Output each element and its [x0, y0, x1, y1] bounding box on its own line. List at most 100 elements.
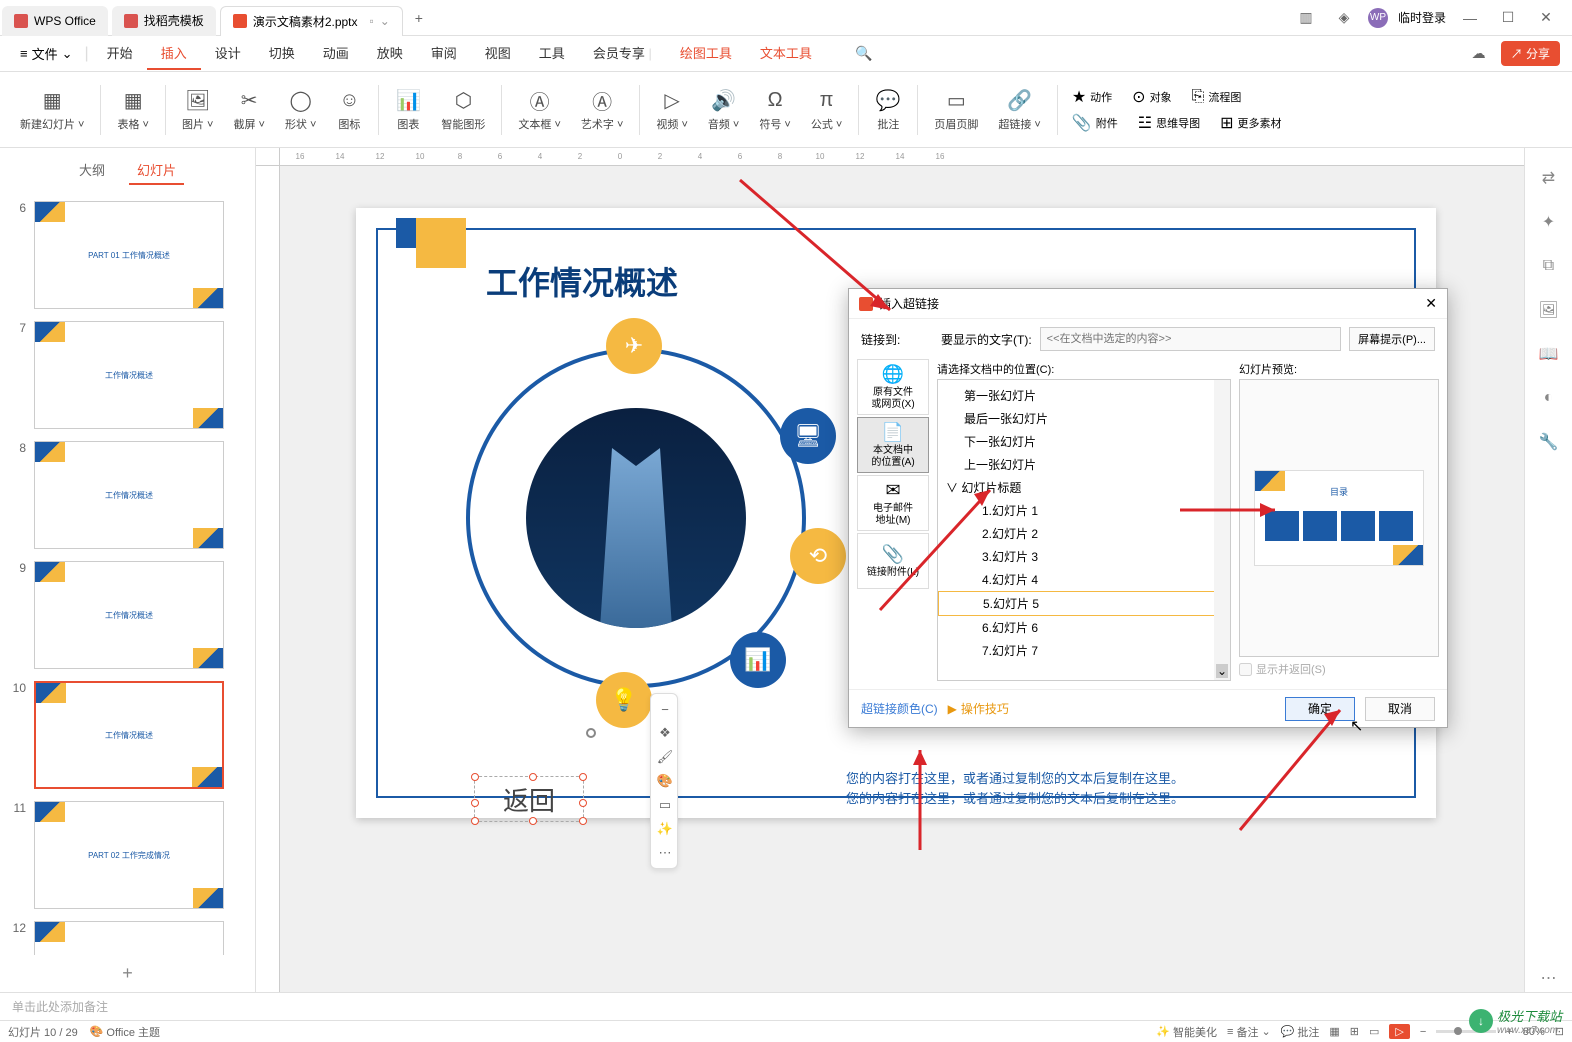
palette-icon[interactable]: 🎨 — [655, 770, 675, 792]
thumbnail-6[interactable]: PART 01 工作情况概述 — [34, 201, 224, 309]
add-slide-button[interactable]: + — [0, 955, 255, 992]
app-tab-template[interactable]: 找稻壳模板 — [112, 6, 216, 36]
panel-read-icon[interactable]: 📖 — [1535, 340, 1563, 368]
screentip-button[interactable]: 屏幕提示(P)... — [1349, 327, 1435, 351]
tips-link[interactable]: ▶操作技巧 — [948, 700, 1009, 717]
cube-icon[interactable]: ◈ — [1330, 4, 1358, 32]
magic-icon[interactable]: ✨ — [655, 818, 675, 840]
ribbon-音频[interactable]: 🔊音频 ˅ — [700, 84, 747, 136]
view-normal-icon[interactable]: ▦ — [1329, 1025, 1339, 1038]
ribbon-small-流程图[interactable]: ⎘流程图 — [1186, 85, 1248, 109]
avatar[interactable]: WP — [1368, 8, 1388, 28]
tree-item[interactable]: 5.幻灯片 5 — [938, 591, 1230, 616]
panel-image-icon[interactable]: 🖼 — [1535, 296, 1563, 324]
ribbon-small-动作[interactable]: ★动作 — [1066, 85, 1118, 109]
view-slideshow-icon[interactable]: ▷ — [1389, 1024, 1409, 1039]
linkto-item-0[interactable]: 🌐原有文件 或网页(X) — [857, 359, 929, 415]
thumbnail-10[interactable]: 工作情况概述 — [34, 681, 224, 789]
ribbon-页眉页脚[interactable]: ▭页眉页脚 — [926, 84, 986, 136]
return-textbox[interactable]: 返回 — [474, 776, 584, 822]
tree-item[interactable]: 第一张幻灯片 — [938, 384, 1230, 407]
zoom-out[interactable]: − — [1420, 1026, 1426, 1038]
ribbon-新建幻灯片[interactable]: ▦新建幻灯片 ˅ — [12, 84, 92, 136]
dialog-titlebar[interactable]: 插入超链接 ✕ — [849, 289, 1447, 319]
login-text[interactable]: 临时登录 — [1398, 9, 1446, 26]
notes-toggle[interactable]: ≡ 备注 ⌄ — [1227, 1024, 1271, 1040]
tab-menu-icon[interactable]: ⌄ — [380, 14, 390, 28]
linkto-item-3[interactable]: 📎链接附件(L) — [857, 533, 929, 589]
panel-style-icon[interactable]: ⇄ — [1535, 164, 1563, 192]
tree-item[interactable]: 上一张幻灯片 — [938, 453, 1230, 476]
linkto-item-2[interactable]: ✉电子邮件 地址(M) — [857, 475, 929, 531]
comments-toggle[interactable]: 💬 批注 — [1281, 1024, 1320, 1040]
panel-star-icon[interactable]: ✦ — [1535, 208, 1563, 236]
menu-item[interactable]: 视图 — [471, 37, 525, 70]
menu-item[interactable]: 切换 — [255, 37, 309, 70]
diagram[interactable]: ✈ 🖥 ⟲ 📊 💡 — [446, 328, 826, 708]
app-tab-document[interactable]: 演示文稿素材2.pptx ▫ ⌄ — [220, 6, 403, 36]
ribbon-图标[interactable]: ☺图标 — [328, 84, 370, 136]
outline-tab[interactable]: 大纲 — [71, 156, 113, 185]
ribbon-公式[interactable]: π公式 ˅ — [803, 84, 850, 136]
tree-item[interactable]: 3.幻灯片 3 — [938, 545, 1230, 568]
notes-bar[interactable]: 单击此处添加备注 — [0, 992, 1572, 1020]
close-button[interactable]: ✕ — [1532, 4, 1560, 32]
menu-item[interactable]: 动画 — [309, 37, 363, 70]
app-tab-wps[interactable]: WPS Office — [2, 6, 108, 36]
thumbnail-12[interactable] — [34, 921, 224, 955]
ribbon-small-思维导图[interactable]: ☳思维导图 — [1132, 111, 1206, 135]
tree-item[interactable]: 下一张幻灯片 — [938, 430, 1230, 453]
minus-icon[interactable]: − — [655, 698, 675, 720]
ribbon-图片[interactable]: 🖼图片 ˅ — [174, 84, 221, 136]
tree-item[interactable]: 1.幻灯片 1 — [938, 499, 1230, 522]
tree-item[interactable]: 6.幻灯片 6 — [938, 616, 1230, 639]
thumbnail-8[interactable]: 工作情况概述 — [34, 441, 224, 549]
thumbnail-7[interactable]: 工作情况概述 — [34, 321, 224, 429]
menu-item[interactable]: 插入 — [147, 37, 201, 70]
ribbon-视频[interactable]: ▷视频 ˅ — [648, 84, 695, 136]
menu-item[interactable]: 审阅 — [417, 37, 471, 70]
ribbon-表格[interactable]: ▦表格 ˅ — [109, 84, 156, 136]
menu-item[interactable]: 开始 — [93, 37, 147, 70]
cloud-icon[interactable]: ☁ — [1465, 40, 1493, 68]
ribbon-文本框[interactable]: Ⓐ文本框 ˅ — [510, 84, 568, 136]
smart-beauty[interactable]: ✨ 智能美化 — [1156, 1024, 1217, 1040]
ok-button[interactable]: 确定 — [1285, 697, 1355, 721]
ribbon-截屏[interactable]: ✂截屏 ˅ — [225, 84, 272, 136]
menu-item[interactable]: 放映 — [363, 37, 417, 70]
thumbnail-11[interactable]: PART 02 工作完成情况 — [34, 801, 224, 909]
slides-tab[interactable]: 幻灯片 — [129, 156, 184, 185]
tree-item[interactable]: 7.幻灯片 7 — [938, 639, 1230, 662]
tab-overflow-icon[interactable]: ▫ — [370, 14, 374, 28]
panel-slides-icon[interactable]: ⧉ — [1535, 252, 1563, 280]
content-text-2[interactable]: 您的内容打在这里，或者通过复制您的文本后复制在这里。 — [846, 788, 1184, 807]
maximize-button[interactable]: ☐ — [1494, 4, 1522, 32]
ribbon-艺术字[interactable]: Ⓐ艺术字 ˅ — [573, 84, 631, 136]
slide-title[interactable]: 工作情况概述 — [486, 258, 678, 304]
menu-item[interactable]: 绘图工具 — [666, 37, 746, 70]
linkto-item-1[interactable]: 📄本文档中 的位置(A) — [857, 417, 929, 473]
scrollbar[interactable]: ⌄ — [1214, 380, 1230, 680]
dialog-close-button[interactable]: ✕ — [1425, 295, 1437, 312]
file-menu[interactable]: ≡ 文件 ⌄ — [12, 40, 81, 67]
ribbon-small-附件[interactable]: 📎附件 — [1066, 111, 1124, 135]
menu-item[interactable]: 工具 — [525, 37, 579, 70]
panel-more-icon[interactable]: ⋯ — [1535, 964, 1563, 992]
more-icon[interactable]: ⋯ — [655, 842, 675, 864]
tree-item[interactable]: ∨ 幻灯片标题 — [938, 476, 1230, 499]
ribbon-small-对象[interactable]: ⊙对象 — [1126, 85, 1177, 109]
search-icon[interactable]: 🔍 — [850, 40, 878, 68]
panel-tool-icon[interactable]: 🔧 — [1535, 428, 1563, 456]
link-color-button[interactable]: 超链接颜色(C) — [861, 700, 938, 717]
cancel-button[interactable]: 取消 — [1365, 697, 1435, 721]
layout-icon[interactable]: ▥ — [1292, 4, 1320, 32]
rect-icon[interactable]: ▭ — [655, 794, 675, 816]
tree-item[interactable]: 2.幻灯片 2 — [938, 522, 1230, 545]
content-text-1[interactable]: 您的内容打在这里，或者通过复制您的文本后复制在这里。 — [846, 768, 1184, 787]
share-button[interactable]: ↗ 分享 — [1501, 41, 1560, 66]
minimize-button[interactable]: — — [1456, 4, 1484, 32]
tree-item[interactable]: 4.幻灯片 4 — [938, 568, 1230, 591]
ribbon-超链接[interactable]: 🔗超链接 ˅ — [990, 84, 1048, 136]
theme-indicator[interactable]: 🎨 Office 主题 — [90, 1024, 160, 1040]
ribbon-图表[interactable]: 📊图表 — [387, 84, 429, 136]
